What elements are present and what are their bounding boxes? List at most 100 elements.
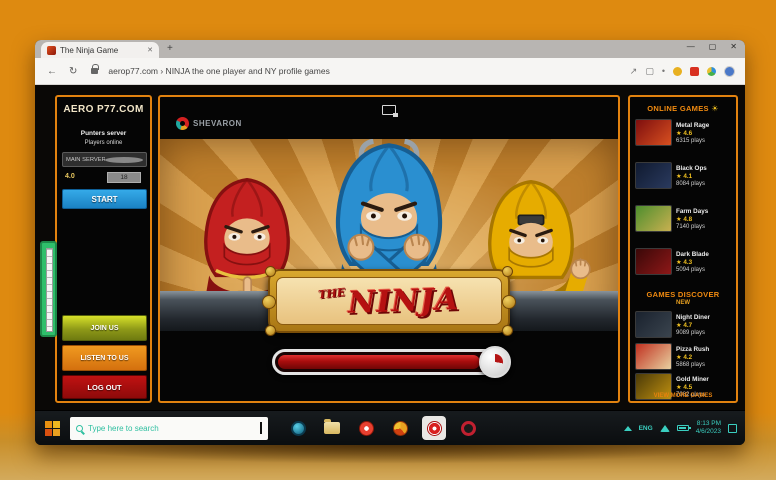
wifi-icon[interactable] (660, 425, 670, 432)
extension-multicolor-icon[interactable] (707, 67, 716, 76)
game-item-rating: 4.5 (683, 384, 692, 391)
game-item-plays: 8084 plays (676, 181, 707, 187)
game-list-item[interactable]: Pizza Rush ★ 4.2 5868 plays (635, 343, 733, 370)
clock-date: 4/6/2023 (696, 428, 721, 436)
game-list-item[interactable]: Night Diner ★ 4.7 9089 plays (635, 311, 733, 338)
game-item-plays: 5094 plays (676, 267, 709, 273)
game-thumbnail (635, 311, 672, 338)
game-list-item[interactable]: Farm Days ★ 4.8 7140 plays (635, 205, 733, 232)
maximize-button[interactable]: ▢ (709, 42, 717, 51)
game-item-title: Farm Days (676, 208, 708, 215)
start-button[interactable]: START (62, 189, 147, 209)
new-tab-button[interactable]: + (167, 43, 173, 54)
game-item-title: Pizza Rush (676, 346, 709, 353)
tab-close-icon[interactable]: ✕ (147, 46, 153, 54)
game-item-rating: 4.1 (683, 173, 692, 180)
browser-tab[interactable]: The Ninja Game ✕ (41, 42, 159, 58)
banner-scroll-end-icon (262, 295, 276, 309)
sidebar-tagline: Punters server (57, 130, 150, 137)
taskbar-active-app-icon[interactable] (422, 416, 446, 440)
loading-spinner-icon (479, 346, 511, 378)
view-more-link[interactable]: VIEW MORE GAMES (630, 393, 736, 399)
join-button[interactable]: JOIN US (62, 315, 147, 341)
provider-name: SHEVARON (193, 119, 242, 128)
web-page: AERO P77.COM Punters server Players onli… (35, 85, 745, 410)
game-frame: SHEVARON (158, 95, 620, 403)
minimize-button[interactable]: — (687, 42, 695, 51)
game-item-rating: 4.2 (683, 354, 692, 361)
game-list-item[interactable]: Black Ops ★ 4.1 8084 plays (635, 162, 733, 189)
game-provider[interactable]: SHEVARON (176, 117, 242, 130)
taskbar-media-player-icon[interactable] (354, 416, 378, 440)
game-thumbnail (635, 248, 672, 275)
side-panel-icon[interactable]: ▢ (645, 66, 654, 77)
desktop-wallpaper: The Ninja Game ✕ + — ▢ ✕ ← ↻ aerop77.com… (0, 0, 776, 480)
taskbar-folder-icon[interactable] (320, 416, 344, 440)
game-item-title: Night Diner (676, 314, 710, 321)
close-button[interactable]: ✕ (730, 42, 737, 51)
fullscreen-icon[interactable] (382, 105, 396, 115)
loading-bar (272, 349, 508, 375)
site-logo[interactable]: AERO P77.COM (57, 104, 150, 115)
lock-icon[interactable] (91, 68, 98, 74)
taskbar-game-launcher-icon[interactable] (388, 416, 412, 440)
side-feedback-tab[interactable] (40, 241, 57, 337)
taskbar-browser-icon[interactable] (286, 416, 310, 440)
game-thumbnail (635, 119, 672, 146)
side-feedback-strip (46, 248, 53, 332)
game-thumbnail (635, 162, 672, 189)
system-tray: ENG 8:13 PM 4/6/2023 (624, 420, 737, 436)
server-select[interactable]: MAIN SERVER ONLINE (62, 152, 147, 167)
star-icon: ★ (676, 259, 682, 266)
taskbar-search[interactable]: Type here to search (70, 417, 268, 440)
banner-scroll-end-icon (502, 295, 516, 309)
select-dropdown-icon (105, 157, 144, 163)
game-item-title: Black Ops (676, 165, 707, 172)
text-caret (260, 422, 262, 434)
logout-button[interactable]: LOG OUT (62, 375, 147, 399)
game-item-rating: 4.6 (683, 130, 692, 137)
profile-avatar[interactable] (724, 66, 735, 77)
game-list-item[interactable]: Dark Blade ★ 4.3 5094 plays (635, 248, 733, 275)
sidebar-subtagline: Players online (57, 140, 150, 146)
star-icon: ★ (676, 173, 682, 180)
taskbar: Type here to search ENG 8:13 PM 4/6/2023 (35, 410, 745, 445)
more-icon[interactable]: • (662, 66, 665, 76)
share-icon[interactable]: ↗ (630, 66, 638, 77)
game-title-prefix: THE (317, 285, 345, 301)
taskbar-opera-browser-icon[interactable] (456, 416, 480, 440)
games-discover-subheader: NEW (630, 300, 736, 306)
loading-bar-fill (278, 355, 480, 369)
server-select-value: MAIN SERVER ONLINE (66, 157, 105, 163)
listen-button[interactable]: LISTEN TO US (62, 345, 147, 371)
start-menu-icon[interactable] (45, 421, 60, 436)
url-text[interactable]: aerop77.com › NINJA the one player and N… (108, 66, 619, 76)
reload-icon[interactable]: ↻ (69, 66, 77, 77)
banner-knob-icon (265, 266, 276, 277)
game-item-plays: 9089 plays (676, 330, 710, 336)
address-bar: ← ↻ aerop77.com › NINJA the one player a… (35, 58, 745, 85)
banner-knob-icon (502, 266, 513, 277)
star-icon: ★ (676, 322, 682, 329)
game-item-plays: 7140 plays (676, 224, 708, 230)
games-discover-header: GAMES DISCOVER (630, 290, 736, 299)
notification-center-icon[interactable] (728, 424, 737, 433)
language-indicator[interactable]: ENG (639, 425, 653, 432)
battery-icon[interactable] (677, 425, 689, 431)
game-item-title: Gold Miner (676, 376, 709, 383)
game-item-rating: 4.8 (683, 216, 692, 223)
star-icon: ★ (676, 384, 682, 391)
game-thumbnail (635, 205, 672, 232)
taskbar-clock[interactable]: 8:13 PM 4/6/2023 (696, 420, 721, 436)
online-games-header-text: ONLINE GAMES (647, 104, 709, 113)
extension-red-icon[interactable] (690, 67, 699, 76)
tray-expand-icon[interactable] (624, 426, 632, 431)
back-icon[interactable]: ← (47, 66, 57, 77)
extension-yellow-icon[interactable] (673, 67, 682, 76)
game-title-banner: THE NINJA (268, 269, 510, 333)
game-list-item[interactable]: Metal Rage ★ 4.6 6315 plays (635, 119, 733, 146)
game-item-rating: 4.7 (683, 322, 692, 329)
browser-titlebar: The Ninja Game ✕ + — ▢ ✕ (35, 40, 745, 58)
star-icon: ★ (676, 130, 682, 137)
room-input[interactable]: 18 (107, 172, 141, 183)
